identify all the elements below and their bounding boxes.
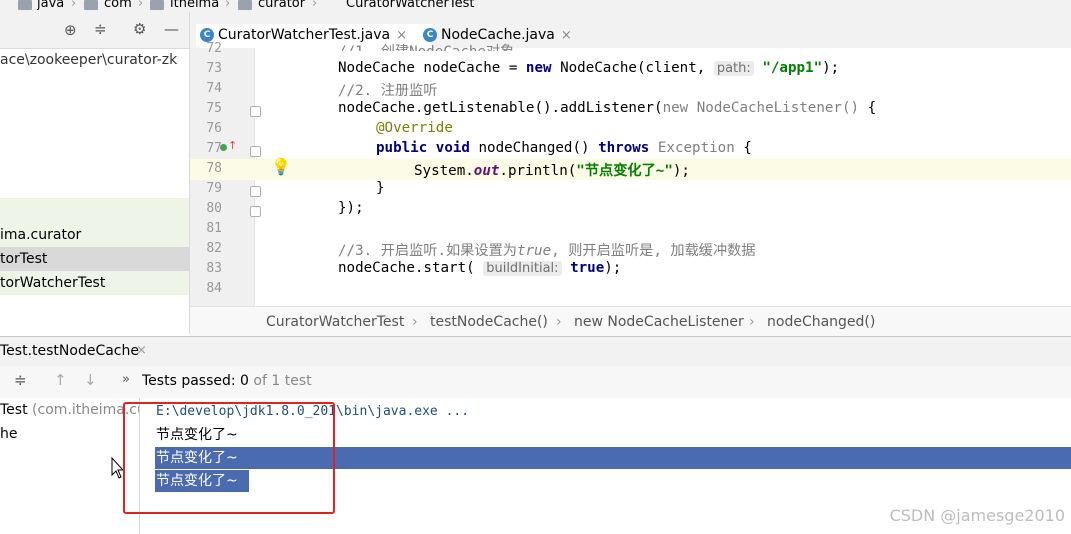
watermark: CSDN @jamesge2010 [889,506,1065,525]
test-status: Tests passed: 0 of 1 test [142,373,312,389]
line-number: 74 [206,81,222,96]
test-results-tree: Test (com.itheima.cur he [0,398,140,534]
project-path: ace\zookeeper\curator-zk [0,52,178,68]
line-number: 81 [206,221,222,236]
locate-icon[interactable]: ⊕ [64,21,77,39]
arrow-down-icon[interactable]: ↓ [84,371,97,389]
code-line-75: nodeCache.getListenable().addListener(ne… [338,100,877,116]
folder-icon [84,0,98,10]
folder-icon [18,0,32,10]
nav-crumb-com[interactable]: com [104,0,132,11]
folder-icon [238,0,252,10]
test-tree-item[interactable]: he [0,426,18,442]
param-hint: buildInitial: [483,261,562,276]
code-line-73: NodeCache nodeCache = new NodeCache(clie… [338,60,840,76]
code-line-74: //2. 注册监听 [338,83,438,99]
code-line-82: //3. 开启监听.如果设置为true, 则开启监听是, 加载缓冲数据 [338,243,756,259]
close-icon[interactable]: × [136,343,147,358]
tree-item-label: torWatcherTest [0,275,106,291]
tree-item-label: torTest [0,251,48,267]
code-line-78: System.out.println("节点变化了~"); [414,163,690,179]
fold-marker-icon[interactable] [250,186,261,197]
run-tab-label[interactable]: Test.testNodeCache [0,343,139,359]
collapse-icon[interactable]: ≑ [14,371,27,389]
folder-icon [150,0,164,10]
breadcrumb-class[interactable]: CuratorWatcherTest [266,314,404,330]
arrow-up-icon[interactable]: ↑ [228,139,237,152]
tree-row-bg [0,198,189,224]
code-line-77: public void nodeChanged() throws Excepti… [376,140,752,156]
run-toolbar: ≑ ↑ ↓ » Tests passed: 0 of 1 test [0,366,1071,399]
param-hint: path: [713,61,754,76]
editor-tab-bar: C CuratorWatcherTest.java × C NodeCache.j… [190,12,1071,51]
more-icon[interactable]: » [122,372,130,387]
code-line-79: } [376,180,385,196]
line-number: 73 [206,61,222,76]
tree-item-label: ima.curator [0,227,82,243]
nav-crumb-curator[interactable]: curator [258,0,305,11]
code-line-72: //1. 创建NodeCache对象 [338,41,514,51]
breadcrumb-method[interactable]: testNodeCache() [430,314,548,330]
hide-icon[interactable]: — [164,20,179,38]
code-line-83: nodeCache.start( buildInitial: true); [338,260,622,276]
line-number: 72 [206,41,222,56]
nav-crumb-class[interactable]: CuratorWatcherTest [346,0,474,11]
chevron-right-icon: › [749,314,755,330]
line-number: 84 [206,281,222,296]
editor-breadcrumb: CuratorWatcherTest › testNodeCache() › n… [190,306,1071,337]
project-toolbar: ⊕ ≑ ⚙ — [0,12,189,49]
lightbulb-icon[interactable]: 💡 [271,157,291,176]
collapse-all-icon[interactable]: ≑ [94,20,107,38]
nav-crumb-itheima[interactable]: itheima [170,0,219,11]
code-line-76: @Override [376,120,453,136]
line-number: 77 [206,141,222,156]
chevron-right-icon: › [225,0,231,11]
fold-marker-icon[interactable] [250,146,261,157]
arrow-up-icon[interactable]: ↑ [54,371,67,389]
chevron-right-icon: › [556,314,562,330]
navigation-bar: java › com › itheima › curator › Curator… [0,0,1071,12]
class-icon: C [200,28,214,42]
highlight-box [123,402,335,514]
line-number: 76 [206,121,222,136]
tree-item-package[interactable]: ima.curator [0,223,189,247]
tree-item-selected[interactable]: torTest [0,247,189,271]
line-number: 79 [206,181,222,196]
gear-icon[interactable]: ⚙ [133,20,146,38]
class-icon: C [423,28,437,42]
close-icon[interactable]: × [561,28,572,43]
nav-crumb-java[interactable]: java [37,0,64,11]
line-number: 83 [206,261,222,276]
line-number: 82 [206,241,222,256]
breadcrumb-node-changed[interactable]: nodeChanged() [767,314,875,330]
implement-marker-icon[interactable] [220,144,227,151]
test-tree-item[interactable]: Test (com.itheima.cur [0,402,139,418]
run-tab-bar: Test.testNodeCache × [0,336,1071,368]
tree-item-class[interactable]: torWatcherTest [0,271,189,295]
line-number: 78 [206,161,222,176]
line-number: 80 [206,201,222,216]
fold-marker-icon[interactable] [250,106,261,117]
chevron-right-icon: › [71,0,77,11]
breadcrumb-listener[interactable]: new NodeCacheListener [574,314,744,330]
line-number: 75 [206,101,222,116]
code-line-80: }); [338,200,364,216]
chevron-right-icon: › [412,314,418,330]
chevron-right-icon: › [138,0,144,11]
chevron-right-icon: › [312,0,318,11]
fold-marker-icon[interactable] [250,206,261,217]
